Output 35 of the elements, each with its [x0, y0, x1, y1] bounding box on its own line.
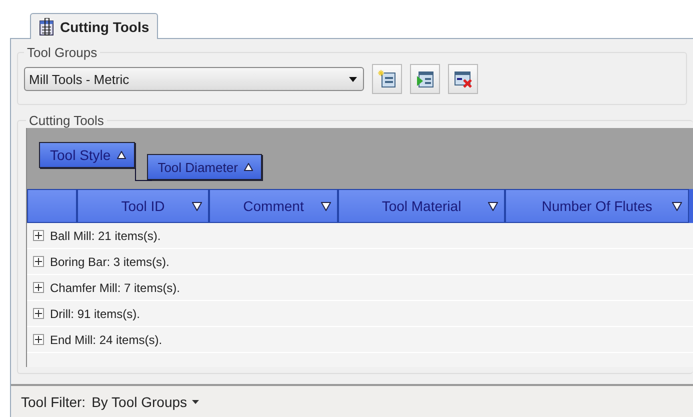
filter-icon	[488, 202, 498, 211]
status-label: Tool Filter:	[21, 394, 86, 410]
group-row-label: End Mill: 24 items(s).	[50, 332, 162, 346]
tool-list-icon	[39, 18, 55, 36]
group-by-chip[interactable]: Tool Diameter	[146, 154, 262, 180]
new-group-button[interactable]	[372, 64, 402, 94]
filter-icon	[321, 202, 331, 211]
filter-icon	[672, 202, 682, 211]
dropdown-arrow-icon	[349, 76, 357, 82]
panel-title: Cutting Tools	[28, 113, 105, 128]
delete-group-button[interactable]	[448, 64, 478, 94]
group-row-label: Ball Mill: 21 items(s).	[50, 228, 161, 242]
import-group-button[interactable]	[410, 64, 440, 94]
row-selector-header	[27, 189, 77, 223]
column-header[interactable]: Tool Material	[338, 189, 505, 223]
group-row-label: Boring Bar: 3 items(s).	[50, 254, 170, 268]
group-by-chip[interactable]: Tool Style	[39, 142, 135, 168]
group-row-label: Drill: 91 items(s).	[50, 306, 140, 320]
group-row-label: Chamfer Mill: 7 items(s).	[50, 280, 180, 294]
expand-icon[interactable]	[33, 334, 44, 345]
column-header[interactable]: Comment	[209, 189, 338, 223]
list-delete-icon	[454, 70, 472, 88]
tool-filter-dropdown[interactable]: By Tool Groups	[92, 394, 200, 410]
expand-icon[interactable]	[33, 308, 44, 319]
expand-icon[interactable]	[33, 282, 44, 293]
panel-title: Tool Groups	[26, 45, 98, 60]
column-header[interactable]: Number Of Flutes	[505, 189, 689, 223]
expand-icon[interactable]	[33, 230, 44, 241]
cutting-tools-tab[interactable]: Cutting Tools	[30, 13, 158, 39]
tool-group-dropdown[interactable]: Mill Tools - Metric	[24, 67, 364, 91]
filter-icon	[192, 202, 202, 211]
column-header[interactable]: Tool ID	[77, 189, 209, 223]
expand-icon[interactable]	[33, 256, 44, 267]
new-list-icon	[378, 70, 396, 88]
dropdown-arrow-icon	[192, 400, 200, 404]
